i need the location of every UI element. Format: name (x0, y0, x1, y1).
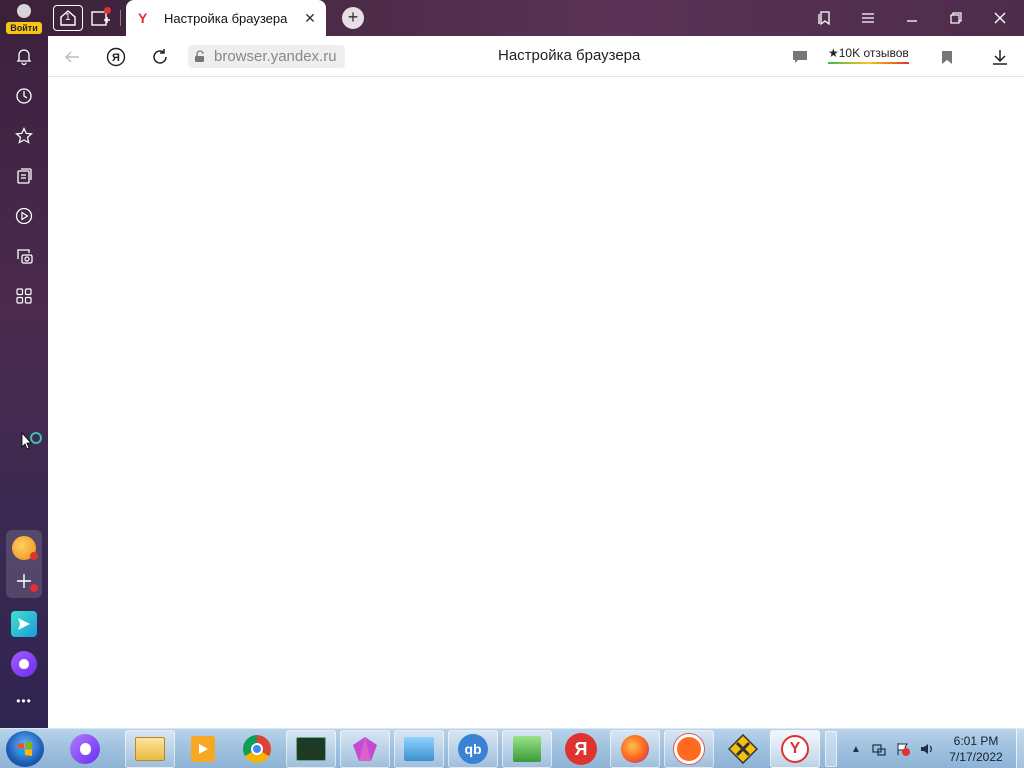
menu-button[interactable] (846, 0, 890, 36)
taskbar-scroll[interactable] (825, 731, 837, 767)
start-button[interactable] (6, 731, 44, 767)
bookmark-button[interactable] (935, 45, 959, 69)
notification-dot (30, 552, 38, 560)
notification-dot (104, 7, 111, 14)
show-hidden-icons-icon[interactable]: ▲ (851, 744, 861, 755)
yandex-home-button[interactable]: Я (104, 45, 128, 69)
taskbar-terminal[interactable] (286, 730, 336, 768)
sidebar-apps-panel (6, 530, 42, 598)
taskbar-yandex-browser[interactable]: Y (770, 730, 820, 768)
taskbar-gem-app[interactable] (340, 730, 390, 768)
close-icon (994, 12, 1006, 24)
divider (120, 10, 121, 26)
sidebar: ••• (0, 36, 48, 728)
windows-logo-icon (18, 742, 32, 756)
alice-icon[interactable] (11, 651, 37, 677)
bookmarks-panel-icon (818, 11, 830, 26)
show-desktop-button[interactable] (1016, 729, 1024, 768)
hamburger-icon (862, 13, 874, 23)
clock[interactable]: 6:01 PM 7/17/2022 (936, 733, 1016, 765)
terminal-icon (296, 737, 326, 761)
back-button[interactable] (60, 45, 84, 69)
yandex-icon: Я (565, 733, 597, 765)
reviews-badge[interactable]: ★10K отзывов (828, 46, 909, 64)
taskbar-firefox[interactable] (610, 730, 660, 768)
home-tabs-button[interactable]: 1 (53, 5, 83, 31)
qbittorrent-icon: qb (458, 734, 488, 764)
taskbar-network-app[interactable] (502, 730, 552, 768)
bookmark-icon (942, 50, 952, 64)
alice-taskbar-icon[interactable] (70, 734, 100, 764)
login-label: Войти (6, 22, 42, 34)
taskbar-yandex[interactable]: Я (556, 730, 606, 768)
tab-title: Настройка браузера (164, 10, 288, 26)
svg-text:Я: Я (112, 52, 120, 64)
downloads-button[interactable] (988, 45, 1012, 69)
collections-icon[interactable] (12, 164, 36, 188)
bell-icon[interactable] (12, 44, 36, 68)
back-arrow-icon (65, 51, 79, 63)
apps-grid-icon[interactable] (12, 284, 36, 308)
action-center-icon[interactable] (895, 741, 911, 757)
restore-icon (950, 12, 962, 24)
new-tab-button[interactable]: + (342, 7, 364, 29)
tools-icon (728, 734, 758, 764)
video-icon[interactable] (12, 204, 36, 228)
restore-button[interactable] (934, 0, 978, 36)
url-host[interactable]: browser.yandex.ru (212, 45, 345, 68)
notification-dot (30, 584, 38, 592)
gem-icon (353, 737, 377, 761)
reload-icon (153, 49, 167, 64)
system-tray: ▲ (845, 729, 939, 768)
taskbar-control-panel[interactable] (394, 730, 444, 768)
firefox-icon (621, 735, 649, 763)
avatar (17, 4, 31, 18)
minimize-button[interactable] (890, 0, 934, 36)
comments-button[interactable] (788, 45, 812, 69)
comment-icon (793, 51, 807, 63)
reload-button[interactable] (148, 45, 172, 69)
history-icon[interactable] (12, 84, 36, 108)
address-bar[interactable]: browser.yandex.ru (188, 45, 345, 68)
profile-button[interactable]: Войти (6, 2, 42, 34)
tabs-menu-button[interactable] (802, 0, 846, 36)
chrome-icon (243, 735, 271, 763)
taskbar: qb Я Y ▲ 6:01 PM 7/17/2022 (0, 728, 1024, 768)
taskbar-tools-app[interactable] (718, 730, 768, 768)
media-player-icon (191, 736, 215, 762)
address-toolbar: Я browser.yandex.ru Настройка браузера ★… (48, 36, 1024, 77)
uploader-icon (674, 734, 704, 764)
yandex-browser-icon: Y (781, 735, 809, 763)
titlebar: Войти 1 Y Настройка браузера ✕ + (0, 0, 1024, 36)
close-window-button[interactable] (978, 0, 1022, 36)
unlock-icon[interactable] (188, 45, 212, 68)
taskbar-file-explorer[interactable] (125, 730, 175, 768)
close-tab-icon[interactable]: ✕ (298, 10, 322, 27)
page-title: Настройка браузера (498, 47, 641, 64)
star-icon[interactable] (12, 124, 36, 148)
download-icon (993, 50, 1007, 65)
volume-icon[interactable] (919, 741, 935, 757)
minimize-icon (907, 20, 917, 22)
tab-count: 1 (65, 12, 71, 23)
taskbar-media-player[interactable] (178, 730, 228, 768)
tab-browser-settings[interactable]: Y Настройка браузера ✕ (126, 0, 326, 36)
yandex-logo-icon: Я (106, 47, 126, 67)
yandex-favicon-icon: Y (138, 10, 148, 26)
control-panel-icon (404, 737, 434, 761)
taskbar-uploader[interactable] (664, 730, 714, 768)
folder-icon (135, 737, 165, 761)
new-tab-group-button[interactable] (86, 4, 116, 32)
taskbar-qbittorrent[interactable]: qb (448, 730, 498, 768)
cursor-busy-icon (21, 431, 45, 459)
messenger-icon[interactable] (11, 611, 37, 637)
network-tray-icon[interactable] (871, 741, 887, 757)
page-content (48, 77, 1024, 728)
network-icon (513, 736, 541, 762)
screenshot-icon[interactable] (12, 244, 36, 268)
clock-date: 7/17/2022 (949, 750, 1003, 764)
more-icon[interactable]: ••• (12, 694, 36, 708)
clock-time: 6:01 PM (953, 734, 999, 748)
taskbar-chrome[interactable] (232, 730, 282, 768)
